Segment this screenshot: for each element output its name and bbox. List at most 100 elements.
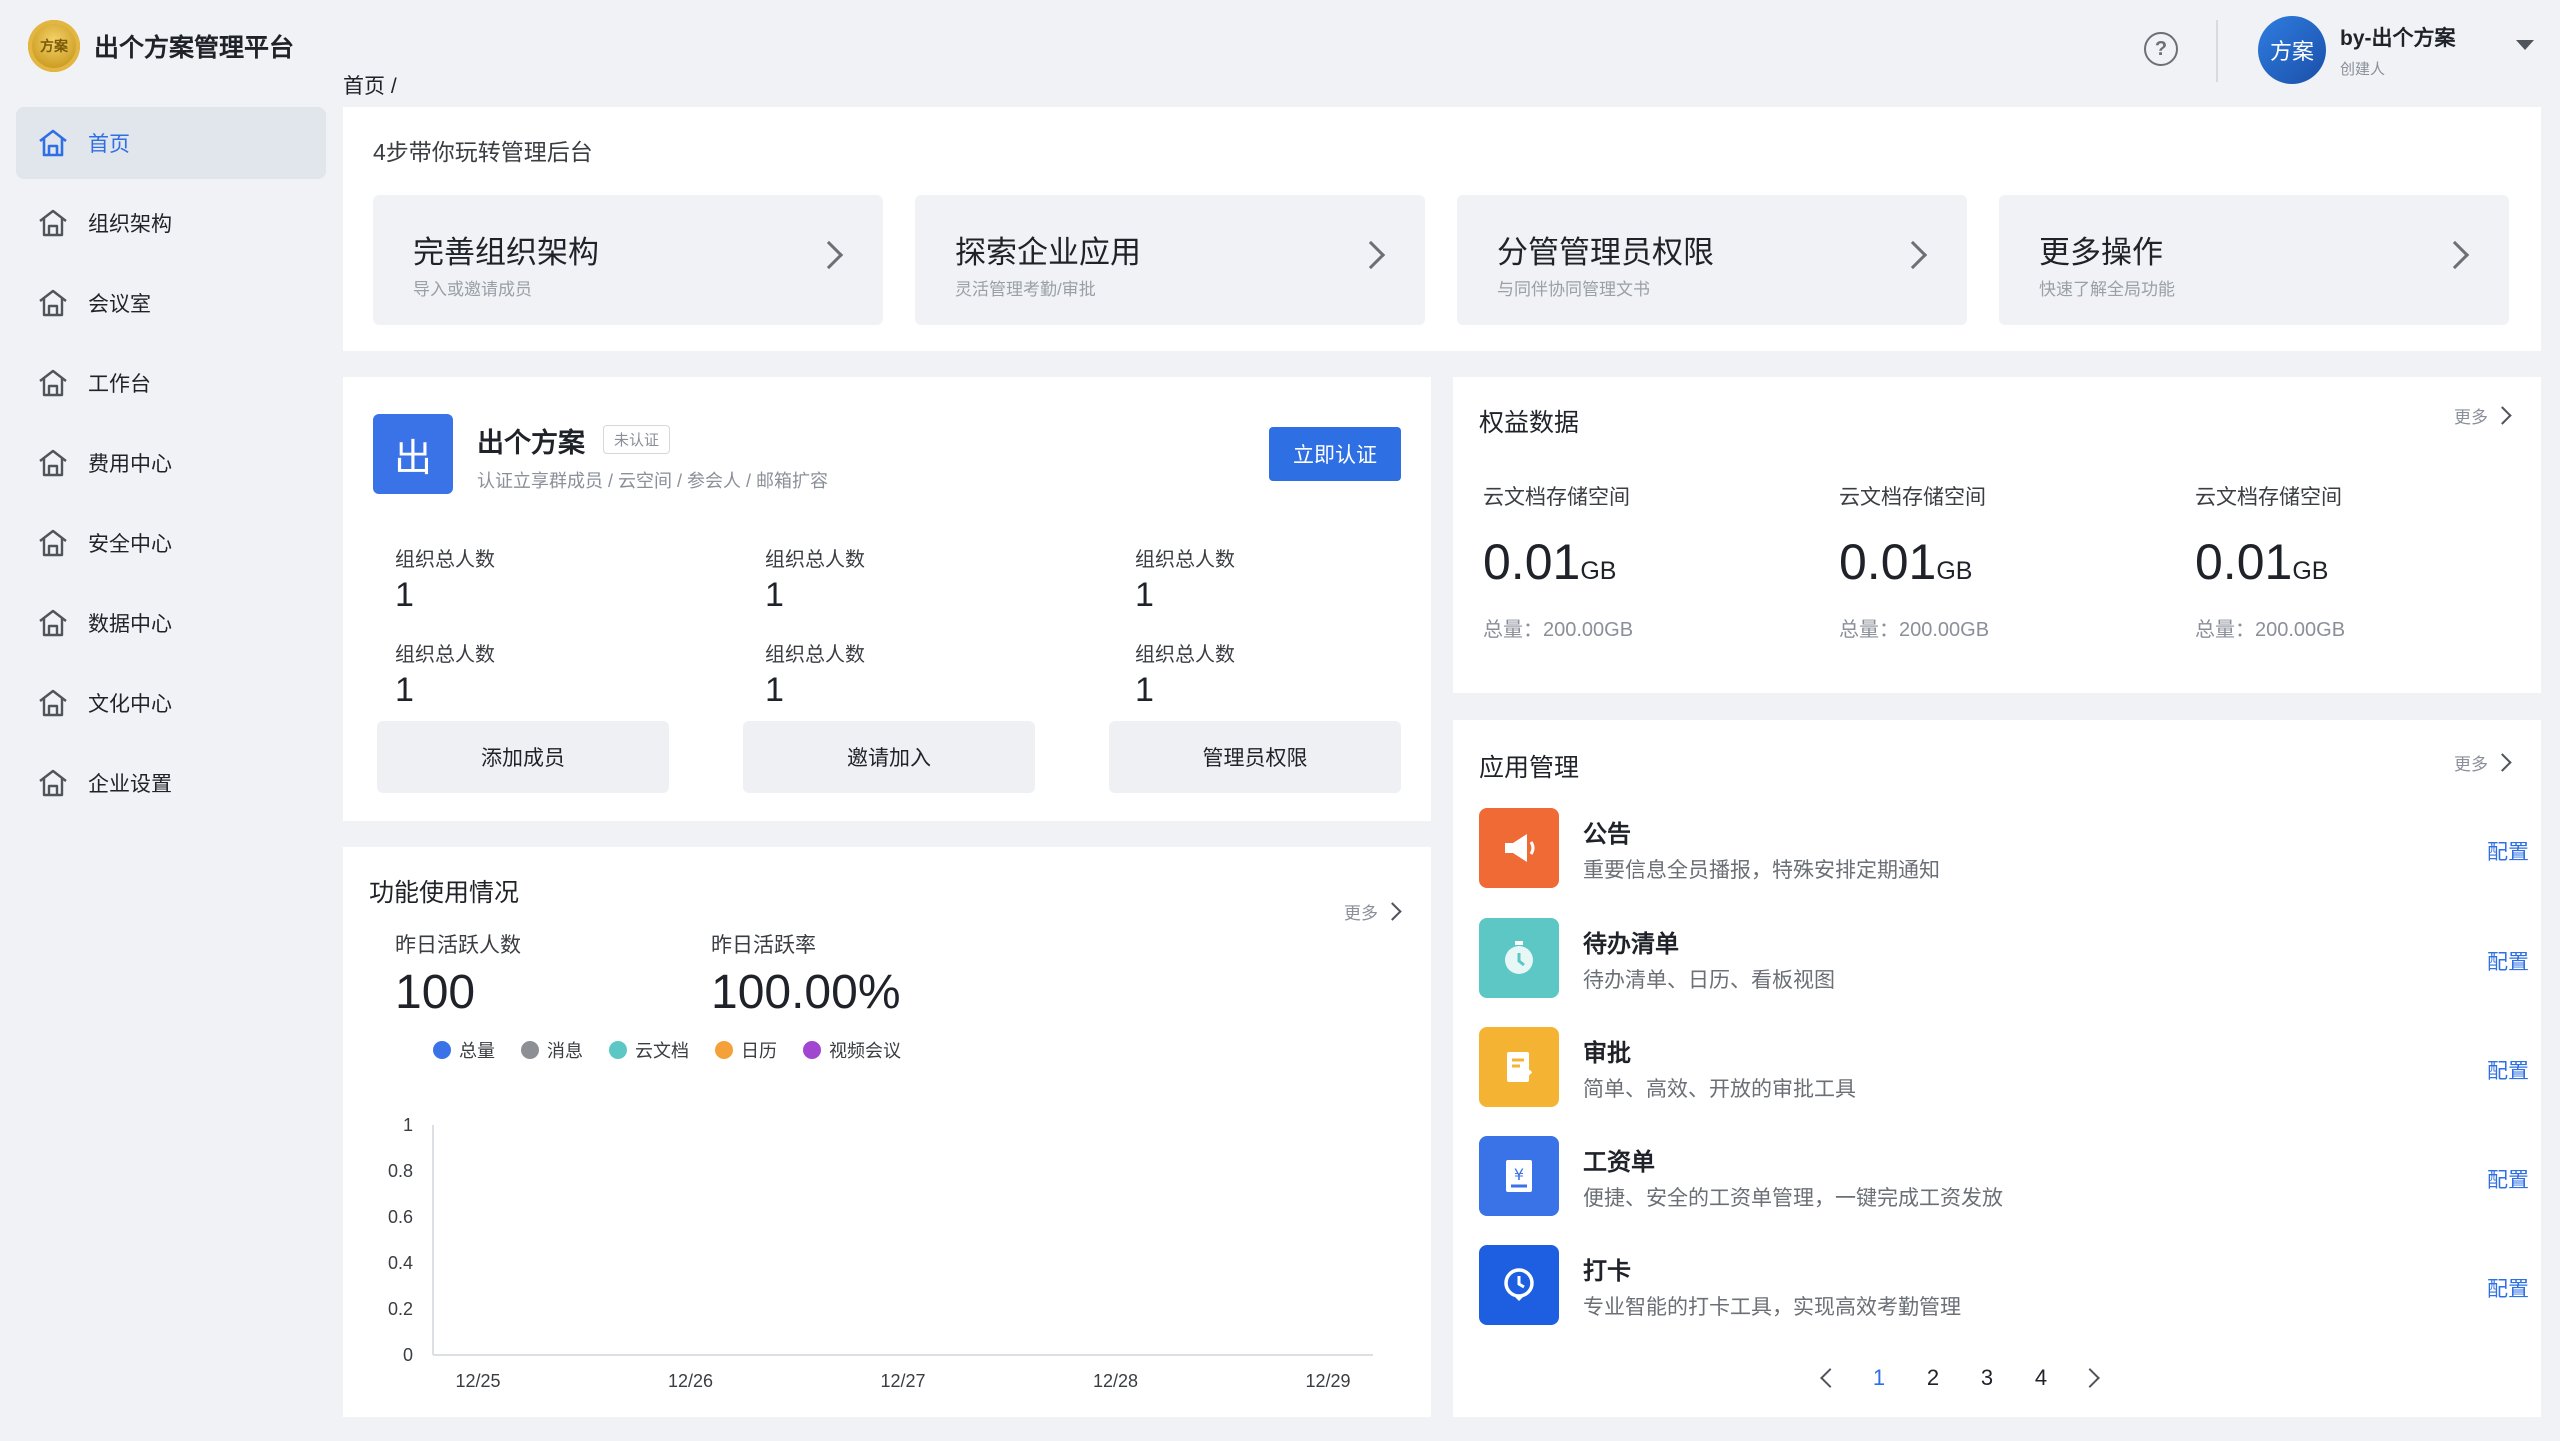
- configure-link[interactable]: 配置: [2487, 1055, 2529, 1085]
- sidebar-item-label: 安全中心: [88, 533, 172, 556]
- stat-label: 组织总人数: [395, 549, 495, 571]
- kpi-label: 昨日活跃人数: [395, 934, 521, 957]
- timer-icon: [1479, 918, 1559, 998]
- chevron-down-icon[interactable]: [2516, 40, 2534, 50]
- logo-icon: 方案: [28, 20, 80, 72]
- y-tick-label: 0.4: [388, 1253, 413, 1273]
- guide-step-org[interactable]: 完善组织架构 导入或邀请成员: [373, 195, 883, 325]
- sidebar-item-workbench[interactable]: 工作台: [16, 347, 326, 419]
- sidebar-item-home[interactable]: 首页: [16, 107, 326, 179]
- page-1[interactable]: 1: [1867, 1365, 1891, 1391]
- page-3[interactable]: 3: [1975, 1365, 1999, 1391]
- step-title: 分管管理员权限: [1497, 235, 1714, 270]
- legend-dot: [803, 1041, 821, 1059]
- list-item: ¥ 工资单 便捷、安全的工资单管理，一键完成工资发放 配置: [1479, 1134, 2529, 1218]
- usage-card: 功能使用情况 更多 昨日活跃人数 100 昨日活跃率 100.00% 总量 消息…: [343, 847, 1431, 1417]
- legend-dot: [609, 1041, 627, 1059]
- guide-title: 4步带你玩转管理后台: [373, 139, 593, 165]
- configure-link[interactable]: 配置: [2487, 1164, 2529, 1194]
- configure-link[interactable]: 配置: [2487, 836, 2529, 866]
- legend-item[interactable]: 视频会议: [803, 1037, 901, 1063]
- legend-dot: [433, 1041, 451, 1059]
- invite-button[interactable]: 邀请加入: [743, 721, 1035, 793]
- app-description: 重要信息全员播报，特殊安排定期通知: [1583, 859, 1940, 882]
- user-role: 创建人: [2340, 61, 2386, 78]
- y-tick-label: 0: [403, 1345, 413, 1365]
- page-4[interactable]: 4: [2029, 1365, 2053, 1391]
- sidebar-item-culture[interactable]: 文化中心: [16, 667, 326, 739]
- legend-dot: [521, 1041, 539, 1059]
- sidebar-item-settings[interactable]: 企业设置: [16, 747, 326, 819]
- stat-label: 组织总人数: [765, 644, 865, 666]
- x-tick-label: 12/25: [455, 1371, 500, 1391]
- legend-item[interactable]: 总量: [433, 1037, 495, 1063]
- storage-stat: 云文档存储空间 0.01GB 总量：200.00GB: [2195, 481, 2495, 642]
- add-member-button[interactable]: 添加成员: [377, 721, 669, 793]
- legend-item[interactable]: 消息: [521, 1037, 583, 1063]
- org-logo: 出: [373, 414, 453, 494]
- approval-icon: [1479, 1027, 1559, 1107]
- configure-link[interactable]: 配置: [2487, 1273, 2529, 1303]
- step-subtitle: 导入或邀请成员: [413, 280, 532, 299]
- storage-total: 总量：200.00GB: [1839, 619, 1990, 641]
- sidebar-item-org[interactable]: 组织架构: [16, 187, 326, 259]
- chart-legend: 总量 消息 云文档 日历 视频会议: [433, 1037, 901, 1063]
- certify-button[interactable]: 立即认证: [1269, 427, 1401, 481]
- breadcrumb[interactable]: 首页 /: [343, 70, 397, 100]
- storage-stat: 云文档存储空间 0.01GB 总量：200.00GB: [1483, 481, 1783, 642]
- clock-icon: [1479, 1245, 1559, 1325]
- app-name: 工资单: [1583, 1149, 1655, 1176]
- storage-label: 云文档存储空间: [1483, 486, 1630, 509]
- guide-step-more[interactable]: 更多操作 快速了解全局功能: [1999, 195, 2509, 325]
- list-item: 打卡 专业智能的打卡工具，实现高效考勤管理 配置: [1479, 1243, 2529, 1327]
- stat-value: 1: [765, 576, 784, 614]
- chevron-right-icon[interactable]: [2080, 1368, 2100, 1388]
- chevron-right-icon: [2493, 753, 2512, 772]
- status-badge: 未认证: [603, 425, 671, 454]
- guide-step-apps[interactable]: 探索企业应用 灵活管理考勤/审批: [915, 195, 1425, 325]
- storage-amount: 0.01: [2195, 534, 2293, 590]
- apps-more-link[interactable]: 更多: [2454, 750, 2512, 775]
- megaphone-icon: [1479, 808, 1559, 888]
- page-2[interactable]: 2: [1921, 1365, 1945, 1391]
- sidebar-item-label: 数据中心: [88, 613, 172, 636]
- stat-value: 1: [1135, 671, 1154, 709]
- rights-title: 权益数据: [1479, 409, 1580, 437]
- app-description: 简单、高效、开放的审批工具: [1583, 1078, 1856, 1101]
- list-item: 审批 简单、高效、开放的审批工具 配置: [1479, 1025, 2529, 1109]
- x-tick-label: 12/29: [1305, 1371, 1350, 1391]
- chevron-left-icon[interactable]: [1820, 1368, 1840, 1388]
- sidebar-item-meeting-room[interactable]: 会议室: [16, 267, 326, 339]
- y-tick-label: 0.2: [388, 1299, 413, 1319]
- legend-label: 消息: [547, 1041, 583, 1061]
- legend-dot: [715, 1041, 733, 1059]
- legend-item[interactable]: 云文档: [609, 1037, 689, 1063]
- stat-value: 1: [765, 671, 784, 709]
- y-tick-label: 0.6: [388, 1207, 413, 1227]
- legend-item[interactable]: 日历: [715, 1037, 777, 1063]
- guide-step-admins[interactable]: 分管管理员权限 与同伴协同管理文书: [1457, 195, 1967, 325]
- chevron-right-icon: [1383, 902, 1402, 921]
- stat-label: 组织总人数: [1135, 549, 1235, 571]
- storage-value: 0.01GB: [1483, 533, 1783, 591]
- guide-card: 4步带你玩转管理后台 完善组织架构 导入或邀请成员 探索企业应用 灵活管理考勤/…: [343, 107, 2541, 351]
- user-avatar[interactable]: 方案: [2258, 16, 2326, 84]
- sidebar-item-data[interactable]: 数据中心: [16, 587, 326, 659]
- app-description: 专业智能的打卡工具，实现高效考勤管理: [1583, 1296, 1961, 1319]
- sidebar-item-billing[interactable]: 费用中心: [16, 427, 326, 499]
- app-name: 打卡: [1583, 1258, 1631, 1285]
- stat-value: 1: [395, 576, 414, 614]
- admin-permissions-button[interactable]: 管理员权限: [1109, 721, 1401, 793]
- usage-more-link[interactable]: 更多: [1344, 899, 1402, 924]
- org-stat: 组织总人数 1: [765, 543, 1065, 615]
- rights-more-link[interactable]: 更多: [2454, 403, 2512, 428]
- sidebar-item-security[interactable]: 安全中心: [16, 507, 326, 579]
- configure-link[interactable]: 配置: [2487, 946, 2529, 976]
- org-stat: 组织总人数 1: [395, 543, 695, 615]
- chevron-right-icon: [1356, 240, 1386, 270]
- storage-label: 云文档存储空间: [1839, 486, 1986, 509]
- kpi-value: 100: [395, 966, 476, 1019]
- user-name[interactable]: by-出个方案: [2340, 22, 2456, 52]
- app-name: 审批: [1583, 1040, 1631, 1067]
- help-icon[interactable]: ?: [2144, 32, 2178, 66]
